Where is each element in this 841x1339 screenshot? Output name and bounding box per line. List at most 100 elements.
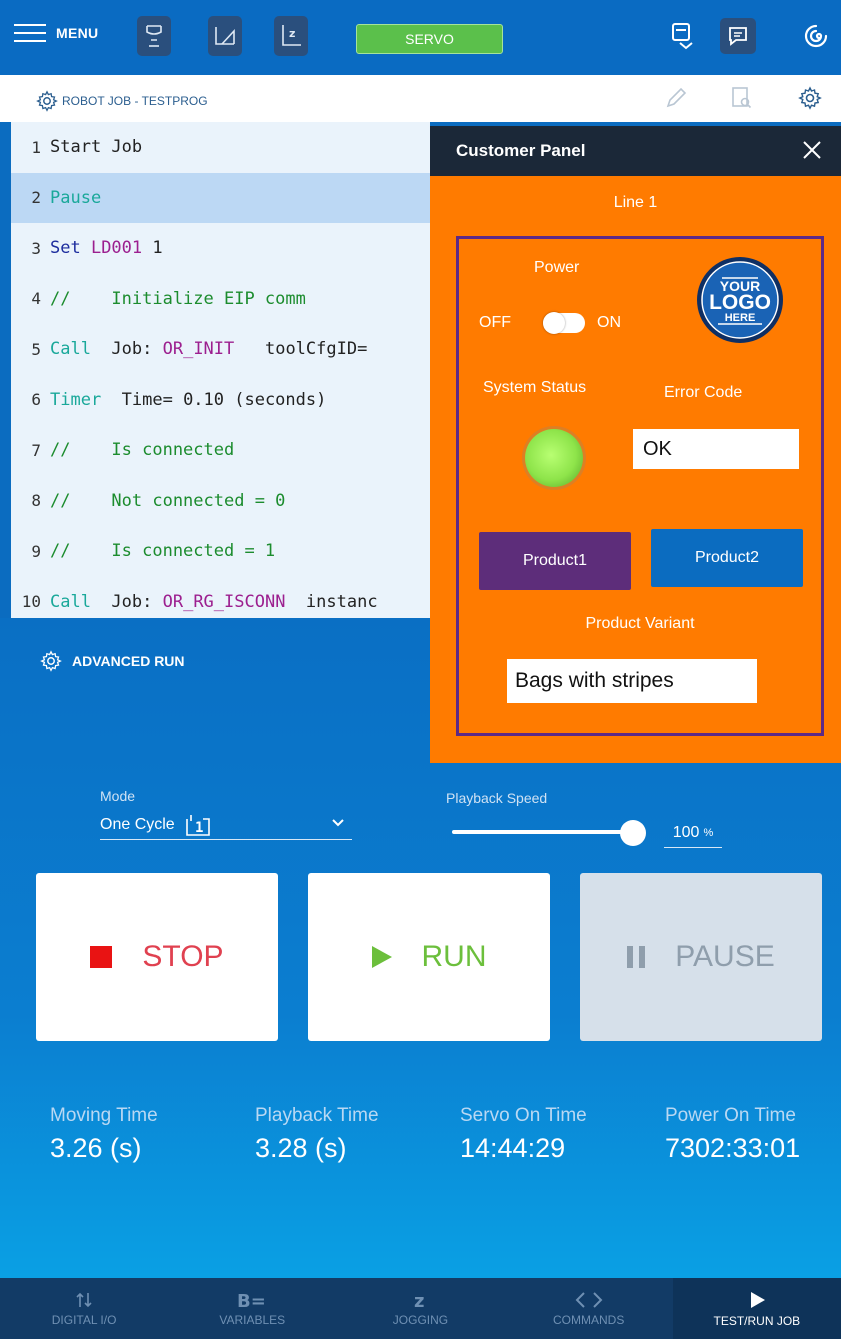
error-code-field: OK	[633, 429, 799, 469]
nav-test-run-job[interactable]: TEST/RUN JOB	[672, 1278, 841, 1339]
slider-track	[452, 830, 632, 834]
pause-label: PAUSE	[675, 940, 775, 973]
mode-select[interactable]: One Cycle 1	[100, 810, 352, 840]
user-coord-button[interactable]	[208, 16, 242, 56]
stat-caption: Moving Time	[50, 1105, 158, 1126]
line-number: 4	[31, 289, 41, 309]
code-line[interactable]: 3 Set LD001 1	[11, 223, 430, 274]
product2-button[interactable]: Product2	[651, 529, 803, 587]
digital-io-icon	[76, 1292, 92, 1307]
advanced-run-label: ADVANCED RUN	[72, 653, 185, 669]
mode-caption: Mode	[100, 788, 136, 804]
code-line[interactable]: 9 // Is connected = 1	[11, 526, 430, 577]
play-icon	[371, 946, 392, 968]
close-icon[interactable]	[801, 139, 823, 161]
stat-value: 7302:33:01	[665, 1133, 801, 1163]
code-token: 1	[142, 238, 163, 259]
line-number: 10	[21, 592, 41, 612]
code-token: Call	[50, 339, 91, 360]
line-number: 8	[31, 491, 41, 511]
menu-button[interactable]: MENU	[14, 22, 98, 44]
code-line[interactable]: 2 Pause	[11, 172, 430, 223]
nav-digital-io[interactable]: DIGITAL I/O	[0, 1278, 168, 1339]
moving-time-stat: Moving Time 3.26 (s)	[50, 1105, 158, 1164]
line-number: 2	[31, 188, 41, 208]
mode-value: One Cycle	[100, 815, 175, 833]
nav-label: COMMANDS	[552, 1312, 625, 1327]
code-token: Start Job	[50, 137, 143, 158]
stat-caption: Servo On Time	[460, 1105, 587, 1126]
job-search-button[interactable]	[728, 84, 756, 112]
slider-thumb[interactable]	[620, 820, 646, 846]
connection-button[interactable]	[798, 18, 834, 54]
stat-value: 3.26 (s)	[50, 1133, 142, 1163]
robot-coord-button[interactable]	[137, 16, 171, 56]
messages-button[interactable]	[720, 18, 756, 54]
run-button[interactable]: RUN	[308, 873, 550, 1041]
speed-value-field[interactable]: 100 %	[664, 818, 722, 848]
power-toggle[interactable]	[543, 312, 585, 334]
nav-label: JOGGING	[392, 1312, 449, 1327]
speed-value: 100	[672, 823, 700, 841]
code-line[interactable]: 5 Call Job: OR_INIT toolCfgID=	[11, 324, 430, 375]
nav-jogging[interactable]: z JOGGING	[336, 1278, 504, 1339]
user-frame-icon	[215, 27, 235, 45]
stat-value: 3.28 (s)	[255, 1133, 347, 1163]
system-status-label: System Status	[483, 379, 587, 396]
product1-button[interactable]: Product1	[479, 532, 631, 590]
code-token: Pause	[50, 187, 102, 208]
run-label: RUN	[421, 940, 487, 973]
pause-button[interactable]: PAUSE	[580, 873, 822, 1041]
code-line[interactable]: 4 // Initialize EIP comm	[11, 274, 430, 325]
svg-text:z: z	[289, 27, 295, 40]
job-header: ROBOT JOB - TESTPROG	[0, 75, 841, 122]
playback-speed-slider[interactable]	[452, 820, 646, 846]
settings-icon	[798, 86, 822, 110]
product-variant-label: Product Variant	[585, 615, 695, 632]
world-coord-button[interactable]: z	[274, 16, 308, 56]
teach-pendant-button[interactable]	[664, 18, 700, 54]
status-indicator-led	[525, 429, 583, 487]
code-token: Job:	[90, 339, 163, 360]
nav-label: TEST/RUN JOB	[713, 1313, 801, 1328]
code-token: Call	[50, 591, 91, 612]
panel-frame: Power OFF ON YOUR LOGO HERE System Statu…	[456, 236, 824, 736]
off-label: OFF	[479, 314, 511, 331]
gear-icon	[40, 650, 62, 672]
code-line[interactable]: 8 // Not connected = 0	[11, 476, 430, 527]
robot-tool-icon	[146, 25, 162, 47]
company-logo: YOUR LOGO HERE	[697, 257, 783, 343]
job-title-text: ROBOT JOB - TESTPROG	[62, 94, 208, 108]
advanced-run-button[interactable]: ADVANCED RUN	[40, 650, 185, 672]
pendant-download-icon	[672, 23, 693, 50]
code-token: toolCfgID=	[234, 339, 368, 360]
product-variant-field[interactable]: Bags with stripes	[507, 659, 757, 703]
nav-commands[interactable]: COMMANDS	[505, 1278, 673, 1339]
nav-variables[interactable]: B= VARIABLES	[168, 1278, 336, 1339]
chat-icon	[729, 27, 747, 46]
code-token: // Not connected = 0	[50, 490, 286, 511]
stop-button[interactable]: STOP	[36, 873, 278, 1041]
power-label: Power	[534, 259, 580, 276]
stat-caption: Power On Time	[665, 1105, 796, 1126]
code-line[interactable]: 1 Start Job	[11, 122, 430, 173]
pause-icon	[627, 946, 646, 968]
servo-button[interactable]: SERVO	[356, 24, 503, 54]
line-title: Line 1	[613, 194, 658, 211]
chevron-down-icon	[332, 819, 344, 827]
code-line[interactable]: 10 Call Job: OR_RG_ISCONN instanc	[11, 577, 430, 619]
panel-title: Customer Panel	[456, 141, 586, 160]
job-settings-button[interactable]	[796, 84, 824, 112]
gear-icon	[36, 90, 58, 112]
line-number: 6	[31, 390, 41, 410]
code-token: // Is connected = 1	[50, 541, 276, 562]
logo-text-3: HERE	[725, 312, 756, 324]
top-bar: MENU z SERVO	[0, 0, 841, 75]
code-line[interactable]: 7 // Is connected	[11, 425, 430, 476]
edit-button[interactable]	[662, 84, 690, 112]
code-line[interactable]: 6 Timer Time= 0.10 (seconds)	[11, 375, 430, 426]
code-token: // Is connected	[50, 440, 235, 461]
spiral-icon	[804, 24, 828, 48]
panel-header: Customer Panel	[430, 126, 841, 176]
code-token: Job:	[90, 591, 163, 612]
